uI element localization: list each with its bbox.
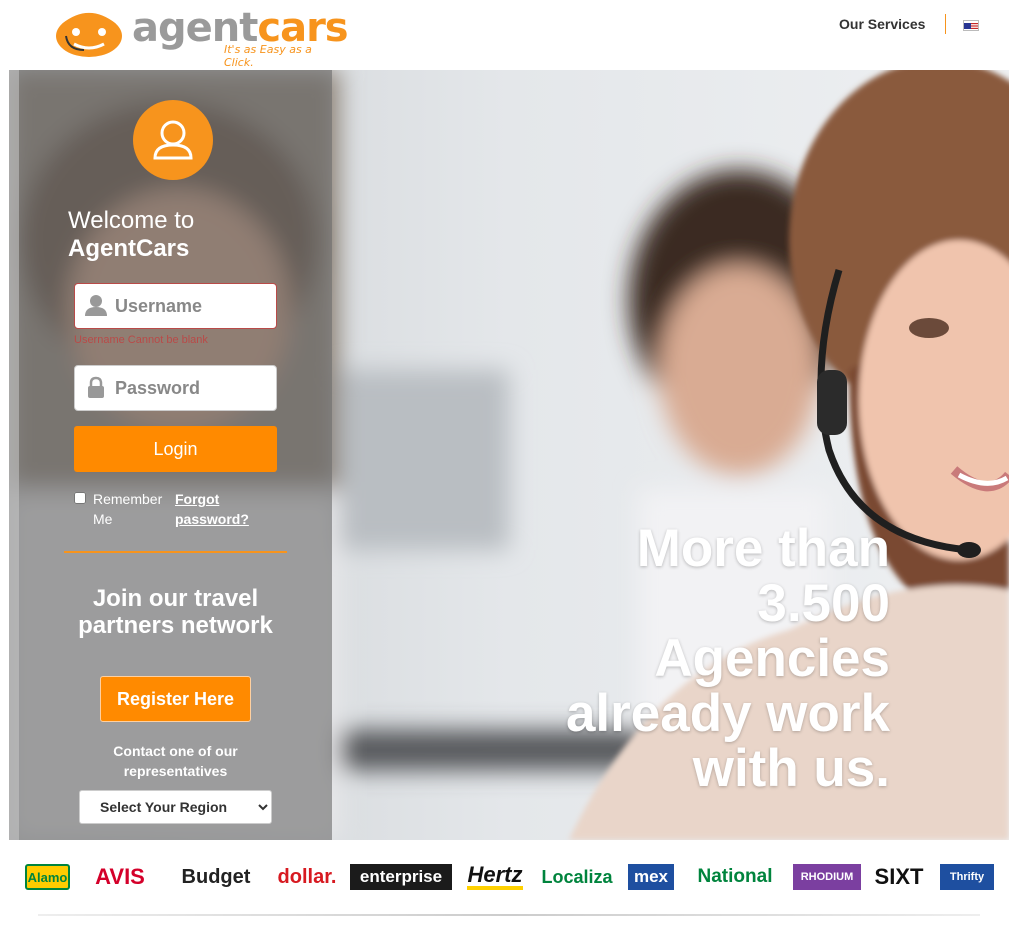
user-icon [85,295,107,316]
remember-label: Remember Me [93,491,163,527]
region-select[interactable]: Select Your Region [79,790,272,824]
welcome-heading: Welcome to AgentCars [68,207,194,263]
contact-text: Contact one of our representatives [113,743,238,779]
footer-divider [38,914,980,916]
site-header: agentcars It's as Easy as a Click. Our S… [0,0,1017,70]
partner-logo-budget: Budget [181,865,251,888]
partner-logo-rhodium: RHODIUM [793,864,861,890]
password-field[interactable] [74,365,277,411]
partner-logo-enterprise: enterprise [350,864,452,890]
partner-logo-mex: mex [628,864,674,890]
partner-logo-localiza: Localiza [541,866,613,887]
username-input[interactable] [115,284,273,328]
username-error: Username Cannot be blank [74,334,208,346]
partner-logo-avis: AVIS [95,864,145,889]
logo-tagline: It's as Easy as a Click. [224,43,312,69]
lock-icon [88,376,104,398]
partner-logo-national: National [697,866,773,887]
welcome-brand: AgentCars [68,235,190,262]
username-field[interactable] [74,283,277,329]
panel-edge-strip [9,70,19,840]
nav-our-services[interactable]: Our Services [839,16,925,32]
car-headset-icon [56,13,122,57]
password-input[interactable] [115,366,273,410]
partner-logo-sixt: SIXT [874,864,924,889]
divider [64,551,287,553]
remember-checkbox[interactable] [74,492,86,504]
partner-logo-thrifty: Thrifty [940,864,994,890]
remember-me[interactable]: Remember Me [74,489,174,529]
forgot-password-link[interactable]: Forgot password? [175,489,265,529]
nav-divider [945,14,946,34]
us-flag-icon[interactable] [963,20,979,31]
login-button[interactable]: Login [74,426,277,472]
user-avatar-icon [133,100,213,180]
join-heading: Join our travel partners network [78,585,273,639]
register-button[interactable]: Register Here [100,676,251,722]
partner-logo-dollar: dollar. [277,865,337,888]
partner-logo-hertz: Hertz [467,862,523,890]
hero-headline: More than 3.500 Agencies already work wi… [565,519,890,798]
welcome-line: Welcome to [68,207,195,234]
agentcars-logo[interactable]: agentcars It's as Easy as a Click. [54,4,349,69]
partner-logo-alamo: Alamo [25,864,70,890]
